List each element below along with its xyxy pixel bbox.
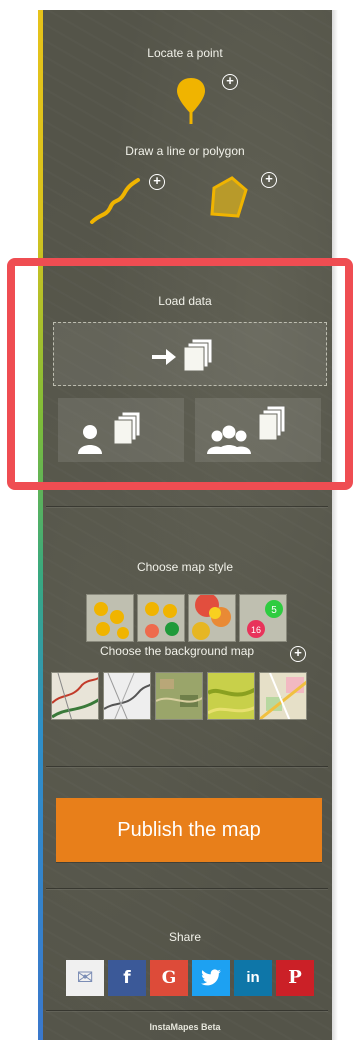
pinterest-icon: P <box>288 967 302 988</box>
google-icon: G <box>161 968 177 988</box>
footer-brand: InstaMapes Beta <box>149 1022 221 1032</box>
style-points-thumbnail[interactable] <box>86 594 134 642</box>
map-marker-icon[interactable] <box>174 76 208 126</box>
polygon-draw-icon[interactable] <box>206 174 252 222</box>
pinterest-share-button[interactable]: P <box>276 960 314 996</box>
cluster-count: 16 <box>251 625 261 635</box>
share-label: Share <box>168 930 202 944</box>
divider <box>46 506 328 507</box>
add-point-icon[interactable]: + <box>222 74 238 90</box>
add-line-icon[interactable]: + <box>149 174 165 190</box>
divider <box>46 766 328 767</box>
linkedin-share-button[interactable]: in <box>234 960 272 996</box>
divider <box>46 1010 328 1011</box>
twitter-share-button[interactable] <box>192 960 230 996</box>
load-data-highlight-box <box>7 258 353 490</box>
facebook-icon: f <box>123 968 131 988</box>
choose-map-style-label: Choose map style <box>136 560 234 574</box>
style-cluster-thumbnail[interactable]: 5 16 <box>239 594 287 642</box>
draw-line-label: Draw a line or polygon <box>125 144 245 158</box>
colored-edge-bar <box>38 10 43 1040</box>
background-satellite-thumbnail[interactable] <box>155 672 203 720</box>
tool-panel: Locate a point + Draw a line or polygon … <box>38 10 332 1040</box>
map-background <box>38 10 332 1040</box>
add-polygon-icon[interactable]: + <box>261 172 277 188</box>
cluster-count: 5 <box>271 605 277 616</box>
linkedin-icon: in <box>246 969 260 986</box>
twitter-icon <box>201 969 221 986</box>
locate-point-label: Locate a point <box>147 46 223 60</box>
panel-shadow <box>332 10 338 1040</box>
background-street-thumbnail[interactable] <box>259 672 307 720</box>
background-topo-thumbnail[interactable] <box>51 672 99 720</box>
style-heatmap-thumbnail[interactable] <box>188 594 236 642</box>
google-share-button[interactable]: G <box>150 960 188 996</box>
background-grey-thumbnail[interactable] <box>103 672 151 720</box>
email-icon: ✉ <box>76 967 94 989</box>
add-background-icon[interactable]: + <box>290 646 306 662</box>
facebook-share-button[interactable]: f <box>108 960 146 996</box>
divider <box>46 888 328 889</box>
background-terrain-thumbnail[interactable] <box>207 672 255 720</box>
line-draw-icon[interactable] <box>88 174 144 226</box>
email-share-button[interactable]: ✉ <box>66 960 104 996</box>
style-categories-thumbnail[interactable] <box>137 594 185 642</box>
publish-map-button[interactable]: Publish the map <box>56 798 322 862</box>
background-map-label: Choose the background map <box>99 644 255 658</box>
